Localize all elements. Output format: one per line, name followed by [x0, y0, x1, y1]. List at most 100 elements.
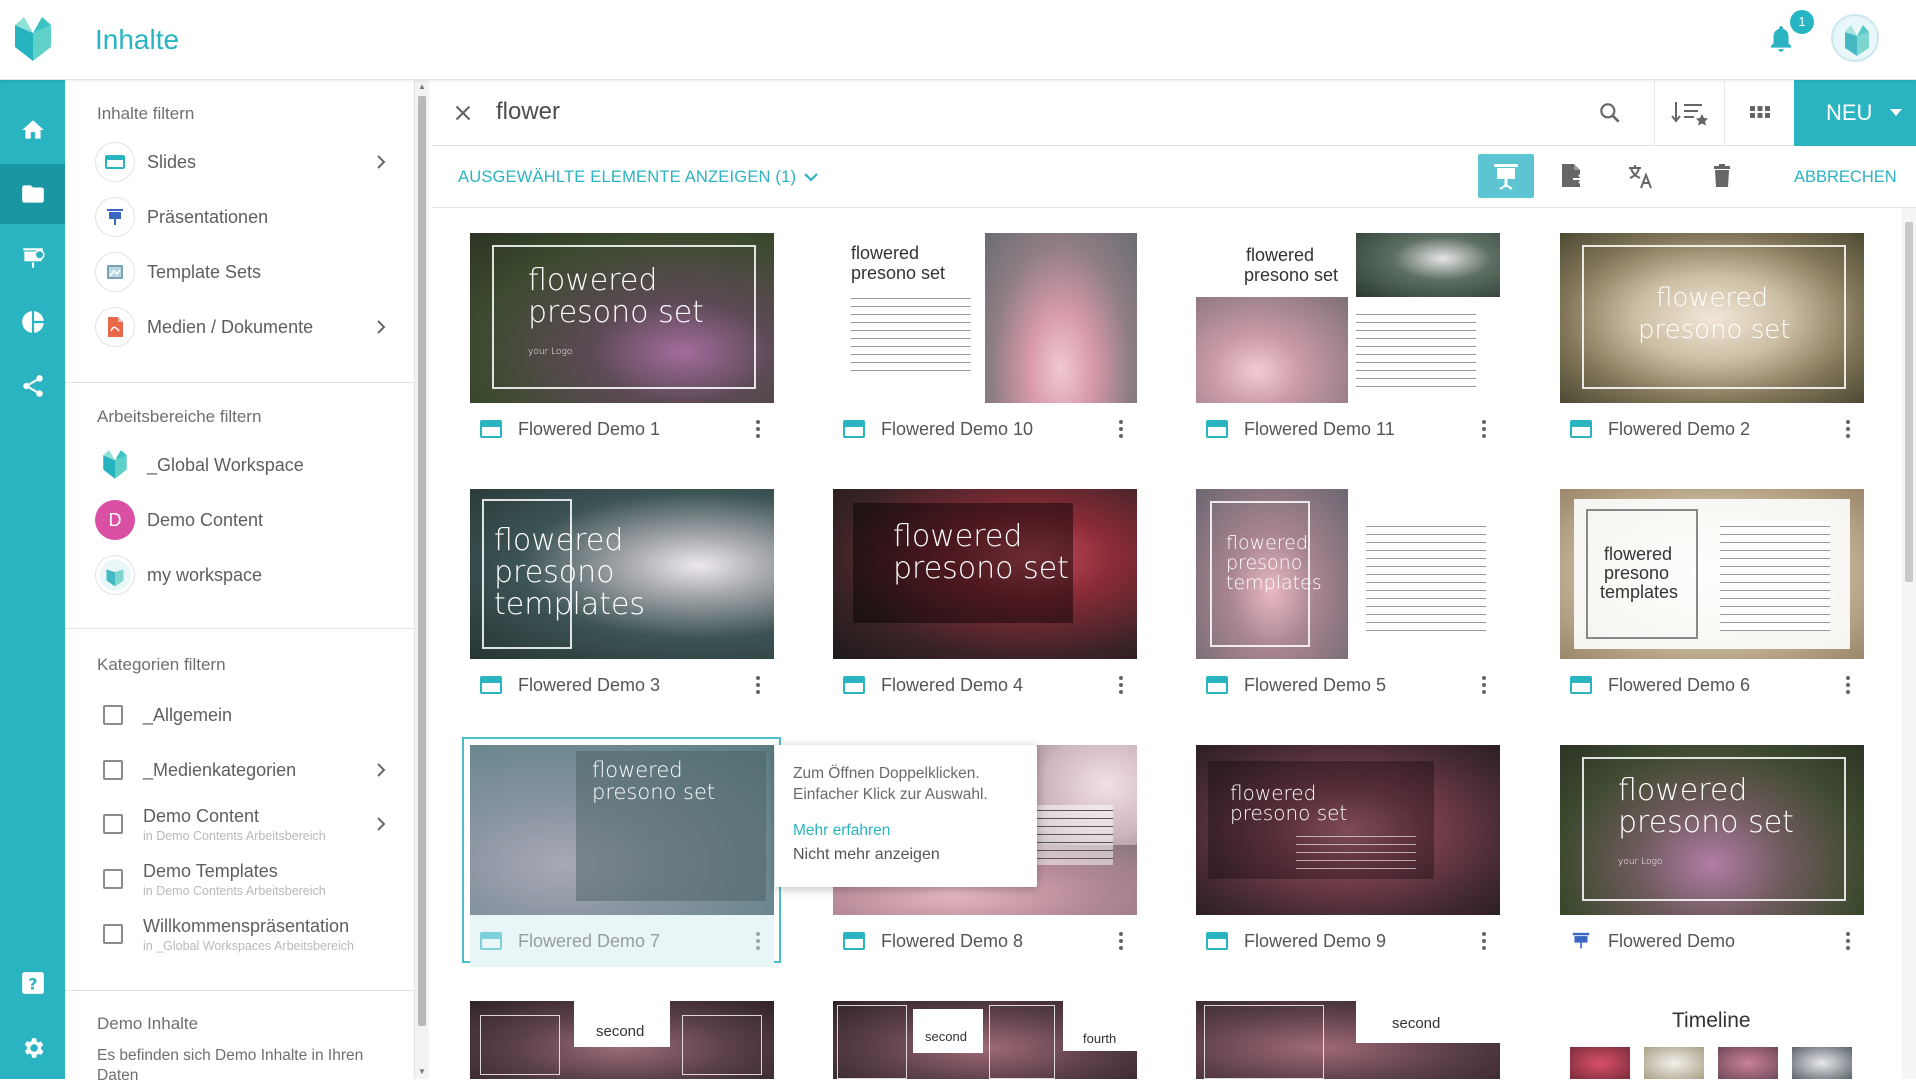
content-card[interactable]: second	[1196, 1001, 1500, 1079]
checkbox[interactable]	[103, 924, 123, 944]
learn-more-link[interactable]: Mehr erfahren	[793, 819, 1019, 843]
content-scrollbar[interactable]	[1902, 208, 1916, 1079]
grid-view-button[interactable]	[1724, 80, 1794, 146]
filter-slides[interactable]: Slides	[95, 140, 395, 184]
chevron-right-icon[interactable]	[375, 816, 387, 832]
content-card[interactable]: flowered presono templates Flowered Demo…	[1560, 489, 1864, 711]
card-thumbnail[interactable]: second	[1196, 1001, 1500, 1079]
category-willkommen[interactable]: Willkommenspräsentation in _Global Works…	[95, 912, 395, 956]
filter-template-sets[interactable]: Template Sets	[95, 250, 395, 294]
delete-button[interactable]	[1694, 154, 1750, 198]
more-options-icon[interactable]	[1474, 417, 1494, 441]
content-card[interactable]: second fourth	[833, 1001, 1137, 1079]
close-icon[interactable]	[450, 100, 476, 126]
content-card[interactable]: flowered presono set Flowered Demo 9	[1196, 745, 1500, 967]
scroll-down-arrow-icon[interactable]: ▼	[418, 1067, 426, 1076]
search-input[interactable]: flower	[496, 98, 560, 126]
settings-nav[interactable]	[0, 1018, 65, 1078]
content-card[interactable]: flowered presono set Flowered Demo 4	[833, 489, 1137, 711]
cancel-selection-button[interactable]: ABBRECHEN	[1794, 168, 1897, 187]
translate-button[interactable]	[1612, 154, 1668, 198]
scrollbar-thumb[interactable]	[1905, 222, 1913, 582]
more-options-icon[interactable]	[1838, 929, 1858, 953]
card-thumbnail[interactable]: flowered presono set	[1196, 745, 1500, 915]
help-nav[interactable]: ?	[0, 953, 65, 1013]
more-options-icon[interactable]	[1474, 673, 1494, 697]
user-avatar[interactable]	[1831, 14, 1879, 62]
analytics-nav[interactable]	[0, 292, 65, 352]
content-card-selected[interactable]: flowered presono set Flowered Demo 7	[470, 745, 774, 967]
category-demo-content[interactable]: Demo Content in Demo Contents Arbeitsber…	[95, 802, 395, 846]
notification-bell-icon[interactable]	[1768, 24, 1794, 54]
more-options-icon[interactable]	[748, 929, 768, 953]
card-thumbnail[interactable]: flowered presono templates	[1560, 489, 1864, 659]
content-card[interactable]: flowered presono set your Logo Flowered …	[1560, 745, 1864, 967]
checkbox[interactable]	[103, 760, 123, 780]
search-button[interactable]	[1578, 80, 1642, 146]
chevron-right-icon[interactable]	[375, 762, 387, 778]
content-card[interactable]: flowered presono set your Logo Flowered …	[470, 233, 774, 455]
content-card[interactable]: flowered presono set Flowered Demo 10	[833, 233, 1137, 455]
more-options-icon[interactable]	[1111, 929, 1131, 953]
content-card[interactable]: Timeline	[1560, 1001, 1864, 1079]
workspace-global[interactable]: _Global Workspace	[95, 443, 395, 487]
content-card[interactable]: second	[470, 1001, 774, 1079]
content-nav[interactable]	[0, 164, 65, 224]
card-thumbnail[interactable]: flowered presono set	[833, 489, 1137, 659]
category-medienkategorien[interactable]: _Medienkategorien	[95, 748, 395, 792]
card-title: Flowered Demo 3	[518, 674, 661, 695]
filter-presentations[interactable]: Präsentationen	[95, 195, 395, 239]
content-card[interactable]: flowered presono set Flowered Demo 2	[1560, 233, 1864, 455]
card-thumbnail[interactable]: flowered presono set	[470, 745, 774, 915]
chevron-right-icon[interactable]	[375, 154, 387, 170]
card-thumbnail[interactable]: flowered presono templates	[470, 489, 774, 659]
card-title: Flowered Demo	[1608, 930, 1736, 951]
card-thumbnail[interactable]: second	[470, 1001, 774, 1079]
app-logo-icon[interactable]	[12, 17, 54, 63]
scrollbar-thumb[interactable]	[418, 96, 426, 1026]
checkbox[interactable]	[103, 814, 123, 834]
filter-media[interactable]: Medien / Dokumente	[95, 305, 395, 349]
dismiss-tooltip-button[interactable]: Nicht mehr anzeigen	[793, 843, 1019, 867]
category-allgemein[interactable]: _Allgemein	[95, 693, 395, 737]
sort-button[interactable]	[1654, 80, 1724, 146]
export-document-button[interactable]	[1544, 154, 1600, 198]
share-nav[interactable]	[0, 356, 65, 416]
checkbox[interactable]	[103, 869, 123, 889]
presentations-nav[interactable]	[0, 228, 65, 288]
more-options-icon[interactable]	[1838, 417, 1858, 441]
card-thumbnail[interactable]: Timeline	[1560, 1001, 1864, 1079]
home-nav[interactable]	[0, 100, 65, 160]
card-thumbnail[interactable]: flowered presono templates	[1196, 489, 1500, 659]
content-card[interactable]: flowered presono templates Flowered Demo…	[1196, 489, 1500, 711]
card-thumbnail[interactable]: flowered presono set your Logo	[1560, 745, 1864, 915]
more-options-icon[interactable]	[748, 673, 768, 697]
show-selected-link[interactable]: AUSGEWÄHLTE ELEMENTE ANZEIGEN (1)	[458, 168, 796, 187]
more-options-icon[interactable]	[1111, 417, 1131, 441]
more-options-icon[interactable]	[1474, 929, 1494, 953]
more-options-icon[interactable]	[1838, 673, 1858, 697]
category-label: _Medienkategorien	[143, 759, 297, 780]
content-card[interactable]: flowered presono set Flowered Demo 11	[1196, 233, 1500, 455]
scroll-up-arrow-icon[interactable]: ▲	[418, 82, 426, 91]
present-button[interactable]	[1478, 154, 1534, 198]
card-thumbnail[interactable]: second fourth	[833, 1001, 1137, 1079]
more-options-icon[interactable]	[748, 417, 768, 441]
chevron-down-icon[interactable]	[802, 168, 820, 186]
card-thumbnail[interactable]: flowered presono set	[1560, 233, 1864, 403]
content-card[interactable]: flowered presono templates Flowered Demo…	[470, 489, 774, 711]
card-thumbnail[interactable]: flowered presono set your Logo	[470, 233, 774, 403]
card-title: Flowered Demo 11	[1244, 418, 1395, 439]
chevron-right-icon[interactable]	[375, 319, 387, 335]
workspace-my[interactable]: my workspace	[95, 553, 395, 597]
card-thumbnail[interactable]: flowered presono set	[1196, 233, 1500, 403]
sidebar-scrollbar[interactable]: ▲ ▼	[415, 80, 429, 1079]
category-demo-templates[interactable]: Demo Templates in Demo Contents Arbeitsb…	[95, 857, 395, 901]
card-title: Flowered Demo 2	[1608, 418, 1751, 439]
checkbox[interactable]	[103, 705, 123, 725]
pie-chart-icon	[21, 311, 44, 333]
more-options-icon[interactable]	[1111, 673, 1131, 697]
card-thumbnail[interactable]: flowered presono set	[833, 233, 1137, 403]
workspace-demo-content[interactable]: D Demo Content	[95, 498, 395, 542]
new-button[interactable]: NEU	[1794, 80, 1916, 146]
